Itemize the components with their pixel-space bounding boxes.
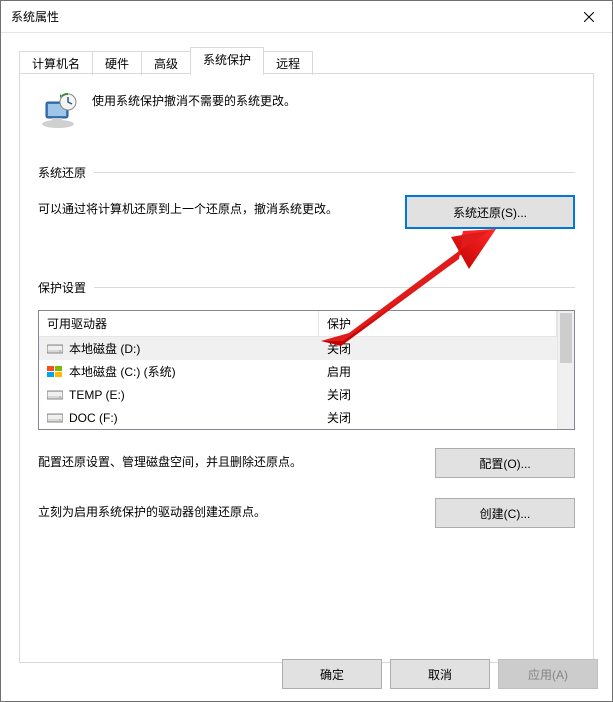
dialog-button-row: 确定 取消 应用(A) xyxy=(282,659,598,689)
tab-hardware[interactable]: 硬件 xyxy=(92,51,142,75)
hdd-icon xyxy=(47,412,63,424)
hdd-icon xyxy=(47,389,63,401)
tab-strip: 计算机名 硬件 高级 系统保护 远程 xyxy=(19,47,594,73)
restore-description: 可以通过将计算机还原到上一个还原点，撤消系统更改。 xyxy=(38,195,385,221)
titlebar: 系统属性 xyxy=(1,1,612,33)
configure-description: 配置还原设置、管理磁盘空间，并且删除还原点。 xyxy=(38,448,415,474)
section-protection-label: 保护设置 xyxy=(38,279,94,296)
section-restore-label: 系统还原 xyxy=(38,164,94,181)
drive-table: 可用驱动器 保护 本地磁盘 (D:) 关闭 本地磁盘 (C:) (系统) 启用 xyxy=(38,310,575,430)
divider xyxy=(94,172,575,173)
table-header: 可用驱动器 保护 xyxy=(39,311,557,337)
ok-button[interactable]: 确定 xyxy=(282,659,382,689)
drive-name: 本地磁盘 (D:) xyxy=(69,340,140,357)
create-description: 立刻为启用系统保护的驱动器创建还原点。 xyxy=(38,498,415,524)
tab-system-protection[interactable]: 系统保护 xyxy=(190,47,264,74)
tab-computer-name[interactable]: 计算机名 xyxy=(19,51,93,75)
create-button[interactable]: 创建(C)... xyxy=(435,498,575,528)
section-restore-heading: 系统还原 xyxy=(38,164,575,181)
drive-status: 关闭 xyxy=(327,409,351,426)
configure-button[interactable]: 配置(O)... xyxy=(435,448,575,478)
table-row[interactable]: 本地磁盘 (C:) (系统) 启用 xyxy=(39,360,557,383)
hdd-icon xyxy=(47,343,63,355)
scroll-thumb[interactable] xyxy=(560,313,572,363)
tab-advanced[interactable]: 高级 xyxy=(141,51,191,75)
col-header-status[interactable]: 保护 xyxy=(319,311,557,336)
tab-panel: 使用系统保护撤消不需要的系统更改。 系统还原 可以通过将计算机还原到上一个还原点… xyxy=(19,73,594,663)
windows-drive-icon xyxy=(47,366,63,378)
apply-button[interactable]: 应用(A) xyxy=(498,659,598,689)
table-row[interactable]: 本地磁盘 (D:) 关闭 xyxy=(39,337,557,360)
cancel-button[interactable]: 取消 xyxy=(390,659,490,689)
intro-text: 使用系统保护撤消不需要的系统更改。 xyxy=(92,90,296,109)
drive-status: 关闭 xyxy=(327,340,351,357)
section-protection-heading: 保护设置 xyxy=(38,279,575,296)
drive-name: 本地磁盘 (C:) (系统) xyxy=(69,363,176,380)
tab-remote[interactable]: 远程 xyxy=(263,51,313,75)
window-title: 系统属性 xyxy=(11,8,59,25)
divider xyxy=(94,287,575,288)
drive-status: 启用 xyxy=(327,363,351,380)
drive-status: 关闭 xyxy=(327,386,351,403)
vertical-scrollbar[interactable] xyxy=(557,311,574,429)
drive-name: TEMP (E:) xyxy=(69,388,125,402)
table-row[interactable]: TEMP (E:) 关闭 xyxy=(39,383,557,406)
col-header-drive[interactable]: 可用驱动器 xyxy=(39,311,319,336)
drive-name: DOC (F:) xyxy=(69,411,118,425)
close-button[interactable] xyxy=(566,1,612,32)
close-icon xyxy=(584,12,594,22)
system-protection-icon xyxy=(38,90,78,130)
table-row[interactable]: DOC (F:) 关闭 xyxy=(39,406,557,429)
system-restore-button[interactable]: 系统还原(S)... xyxy=(405,195,575,229)
